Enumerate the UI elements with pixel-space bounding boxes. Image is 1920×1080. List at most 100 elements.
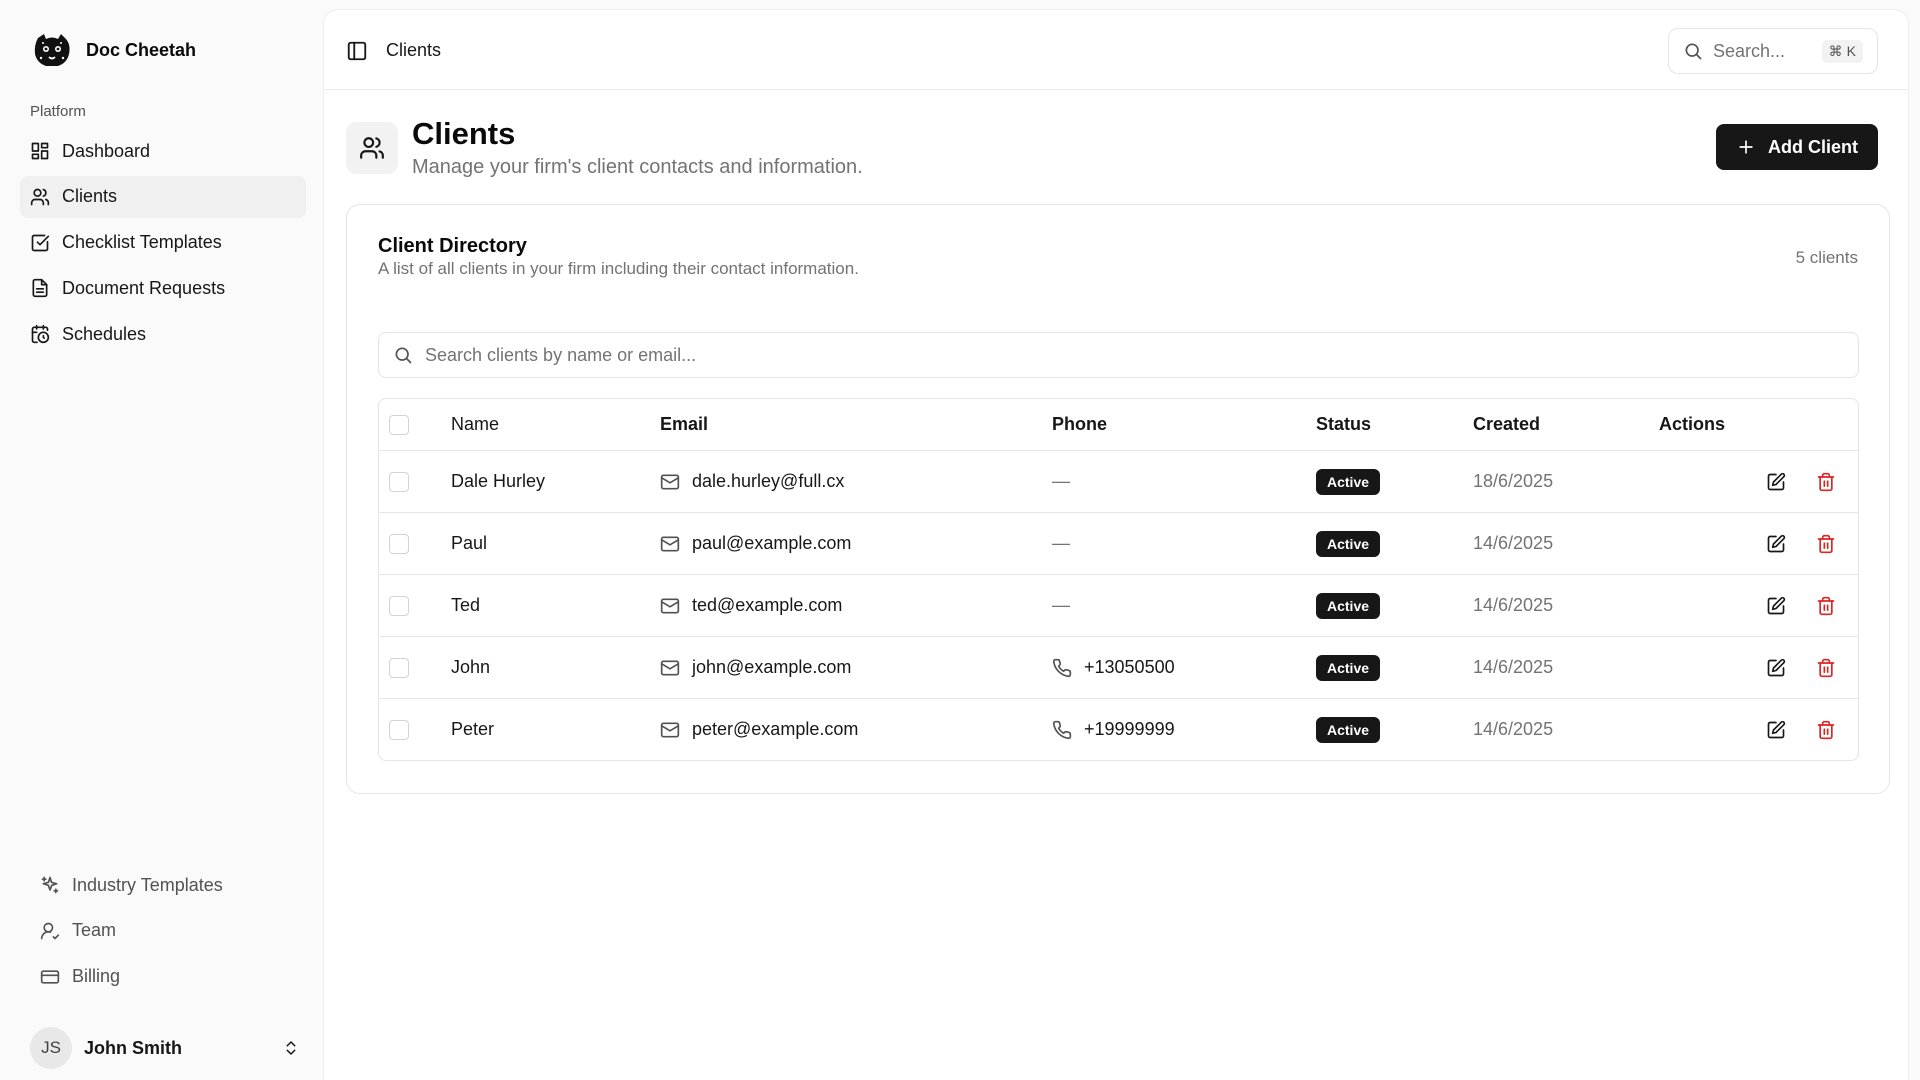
- sidebar-item-label: Team: [72, 920, 117, 941]
- client-count: 5 clients: [1795, 248, 1858, 267]
- brand-name: Doc Cheetah: [86, 39, 197, 60]
- topbar: Clients Search... ⌘ K: [324, 10, 1908, 90]
- client-email: paul@example.com: [660, 533, 1052, 554]
- table-header-row: Name Email Phone Status Created Actions: [379, 399, 1858, 450]
- client-phone: —: [1052, 533, 1316, 554]
- edit-icon[interactable]: [1766, 658, 1786, 678]
- client-name: Peter: [451, 719, 495, 739]
- client-created: 14/6/2025: [1473, 657, 1554, 677]
- row-checkbox[interactable]: [389, 595, 409, 616]
- status-badge: Active: [1316, 592, 1381, 619]
- row-checkbox[interactable]: [389, 657, 409, 678]
- sidebar-item-label: Schedules: [62, 323, 147, 344]
- sidebar: Doc Cheetah Platform Dashboard Clients C…: [0, 0, 324, 1080]
- select-all-checkbox[interactable]: [389, 414, 409, 435]
- edit-icon[interactable]: [1766, 472, 1786, 492]
- client-phone: —: [1052, 471, 1316, 492]
- mail-icon: [660, 722, 680, 737]
- client-phone: —: [1052, 595, 1316, 616]
- client-status: Active: [1316, 592, 1473, 619]
- users-icon: [360, 137, 384, 159]
- row-checkbox[interactable]: [389, 471, 409, 492]
- table-row[interactable]: Dale Hurley dale.hurley@full.cx — Active…: [379, 450, 1858, 512]
- client-name: Dale Hurley: [451, 471, 546, 491]
- trash-icon[interactable]: [1816, 472, 1836, 492]
- status-badge: Active: [1316, 530, 1381, 557]
- search-placeholder: Search clients by name or email...: [425, 344, 697, 365]
- card-description: A list of all clients in your firm inclu…: [378, 259, 859, 278]
- user-name: John Smith: [84, 1037, 182, 1058]
- user-menu[interactable]: JS John Smith: [30, 1027, 300, 1069]
- card-title: Client Directory: [378, 235, 527, 257]
- mail-icon: [660, 474, 680, 489]
- sidebar-item-label: Checklist Templates: [62, 232, 222, 253]
- brand[interactable]: Doc Cheetah: [30, 30, 196, 70]
- client-created: 14/6/2025: [1473, 595, 1554, 615]
- user-icon: [40, 922, 60, 940]
- row-checkbox[interactable]: [389, 719, 409, 740]
- sidebar-item-clients[interactable]: Clients: [20, 175, 306, 218]
- shortcut-badge: ⌘ K: [1821, 39, 1863, 63]
- sidebar-item-dashboard[interactable]: Dashboard: [20, 130, 306, 172]
- sparkles-icon: [41, 876, 59, 894]
- trash-icon[interactable]: [1816, 596, 1836, 616]
- users-icon: [30, 188, 50, 206]
- dashboard-icon: [31, 142, 49, 160]
- table-row[interactable]: Ted ted@example.com — Active 14/6/2025: [379, 574, 1858, 636]
- sidebar-item-checklist-templates[interactable]: Checklist Templates: [20, 222, 306, 264]
- trash-icon[interactable]: [1816, 720, 1836, 740]
- sidebar-item-label: Clients: [62, 186, 118, 207]
- phone-text: +19999999: [1084, 719, 1175, 739]
- credit-card-icon: [40, 969, 60, 984]
- client-status: Active: [1316, 530, 1473, 557]
- page-title: Clients: [412, 116, 516, 151]
- column-header-name[interactable]: Name: [451, 414, 660, 435]
- search-icon: [395, 347, 412, 364]
- checklist-icon: [31, 234, 50, 251]
- column-header-status[interactable]: Status: [1316, 414, 1473, 435]
- global-search-input[interactable]: Search... ⌘ K: [1668, 28, 1878, 74]
- sidebar-item-label: Billing: [72, 966, 121, 987]
- phone-icon: [1052, 658, 1072, 677]
- column-header-email[interactable]: Email: [660, 414, 1052, 435]
- client-phone: +19999999: [1052, 719, 1316, 740]
- sidebar-item-document-requests[interactable]: Document Requests: [20, 267, 306, 309]
- empty-phone: —: [1052, 471, 1070, 491]
- sidebar-toggle-icon[interactable]: [346, 40, 368, 62]
- column-header-created[interactable]: Created: [1473, 414, 1659, 435]
- column-header-phone[interactable]: Phone: [1052, 414, 1316, 435]
- secondary-nav: Industry Templates Team Billing: [30, 864, 306, 1001]
- sidebar-item-schedules[interactable]: Schedules: [20, 313, 306, 355]
- edit-icon[interactable]: [1766, 720, 1786, 740]
- trash-icon[interactable]: [1816, 534, 1836, 554]
- sidebar-item-label: Industry Templates: [72, 874, 223, 895]
- row-actions: [1659, 658, 1858, 678]
- table-row[interactable]: Peter peter@example.com +19999999 Active…: [379, 698, 1858, 760]
- client-name: Ted: [451, 595, 481, 615]
- breadcrumb[interactable]: Clients: [386, 40, 441, 61]
- main-nav: Dashboard Clients Checklist Templates Do…: [20, 130, 306, 359]
- client-status: Active: [1316, 468, 1473, 495]
- sidebar-item-billing[interactable]: Billing: [30, 956, 306, 998]
- edit-icon[interactable]: [1766, 596, 1786, 616]
- email-text: john@example.com: [692, 657, 852, 677]
- client-name: John: [451, 657, 491, 677]
- add-client-button[interactable]: Add Client: [1716, 124, 1878, 170]
- edit-icon[interactable]: [1766, 534, 1786, 554]
- row-actions: [1659, 472, 1858, 492]
- status-badge: Active: [1316, 654, 1381, 681]
- table-row[interactable]: John john@example.com +13050500 Active 1…: [379, 636, 1858, 698]
- mail-icon: [660, 536, 680, 551]
- sidebar-item-team[interactable]: Team: [30, 910, 306, 952]
- trash-icon[interactable]: [1816, 658, 1836, 678]
- client-status: Active: [1316, 654, 1473, 681]
- client-search-input[interactable]: Search clients by name or email...: [378, 332, 1859, 378]
- client-created: 14/6/2025: [1473, 719, 1554, 739]
- avatar: JS: [30, 1027, 72, 1069]
- main-content: Clients Search... ⌘ K Clients Manage you…: [324, 10, 1908, 1080]
- mail-icon: [660, 598, 680, 613]
- sidebar-item-industry-templates[interactable]: Industry Templates: [30, 864, 306, 906]
- table-row[interactable]: Paul paul@example.com — Active 14/6/2025: [379, 512, 1858, 574]
- phone-icon: [1052, 720, 1072, 739]
- row-checkbox[interactable]: [389, 533, 409, 554]
